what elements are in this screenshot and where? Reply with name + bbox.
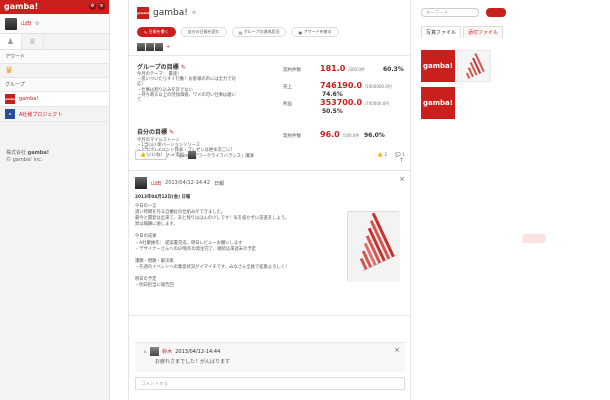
page-title: gamba! bbox=[153, 8, 188, 18]
report-post: × 山田 2013/04/12-14:42 日報 2013年04月12日(金) … bbox=[129, 171, 410, 316]
liker-avatar[interactable] bbox=[188, 151, 197, 159]
liked-by: +宮松 bbox=[171, 153, 185, 158]
goal-percent: 60.3% bbox=[383, 66, 404, 73]
left-sidebar: gamba! ⚙ ≡ 山田 ⚙ ♟ ♛ アワード ♛ グループ gamba! g… bbox=[0, 0, 110, 400]
avatar[interactable] bbox=[150, 347, 160, 356]
post-date: 2013/04/12-14:42 bbox=[165, 180, 211, 186]
comment-count[interactable]: 💬 1 bbox=[395, 153, 405, 158]
main-column: gamba! gamba! ⚙ ✎ 日報を書く 自分の日報を読む ▤ グループの… bbox=[128, 0, 411, 400]
goal-label: 契約件数 bbox=[283, 134, 301, 139]
gear-icon[interactable]: ⚙ bbox=[192, 10, 196, 16]
group-status-button[interactable]: ▤ グループの達成状況 bbox=[231, 27, 287, 37]
chart-photo-icon bbox=[465, 53, 485, 79]
goal-value: 746190.0 /1000000.0円 bbox=[320, 81, 392, 90]
goal-percent: 74.6% bbox=[322, 91, 343, 98]
goal-value: 181.0 /300.0件 bbox=[320, 64, 365, 73]
post-body: 2013年04月12日(金) 日報 今日の一言 週い時間を作る自働化の仕組みがで… bbox=[135, 195, 335, 289]
goal-label: 契約件数 bbox=[283, 68, 301, 73]
like-count[interactable]: 👍 2 bbox=[377, 153, 387, 158]
sidebar-topbar: gamba! ⚙ ≡ bbox=[0, 0, 109, 14]
tab-photos[interactable]: 写真ファイル bbox=[421, 26, 462, 38]
group-logo-icon: gamba! bbox=[4, 94, 16, 104]
floating-button[interactable] bbox=[522, 234, 546, 243]
sidebar-item-project[interactable]: A A社様プロジェクト bbox=[0, 107, 109, 122]
photo-thumbnail[interactable]: gamba! bbox=[421, 87, 455, 119]
sidebar-tabs: ♟ ♛ bbox=[0, 34, 109, 50]
sidebar-footer: 株式会社 gamba! © gamba! inc. bbox=[6, 150, 50, 163]
reply-author[interactable]: 鈴木 bbox=[162, 348, 172, 355]
post-tag: 日報 bbox=[214, 180, 225, 187]
menu-icon[interactable]: ≡ bbox=[98, 3, 105, 10]
edit-icon[interactable]: ✎ bbox=[181, 64, 186, 71]
award-item[interactable]: ♛ bbox=[0, 64, 109, 78]
goal-value: 353700.0 /700000.0円 bbox=[320, 98, 390, 107]
bar-chart-photo bbox=[348, 212, 400, 282]
gear-icon[interactable]: ⚙ bbox=[35, 21, 39, 27]
tab-pin[interactable]: ♟ bbox=[0, 34, 22, 49]
comment-icon: 💬 bbox=[395, 152, 401, 158]
group-goals-title: グループの目標 ✎ bbox=[137, 64, 186, 71]
post-author[interactable]: 山田 bbox=[151, 180, 161, 187]
goal-label: 売上 bbox=[283, 85, 292, 90]
sidebar-item-label: gamba! bbox=[19, 96, 39, 102]
post-header: 山田 2013/04/12-14:42 日報 bbox=[135, 177, 224, 189]
reply-body: お疲れさまでした！がんばります bbox=[155, 359, 231, 365]
reply-item: × ↳ 鈴木 2013/04/12-14:44 お疲れさまでした！がんばります bbox=[135, 342, 405, 372]
send-award-button[interactable]: ▣ アワードを贈る bbox=[291, 27, 339, 37]
close-icon[interactable]: × bbox=[394, 346, 400, 354]
search-input[interactable]: キーワード bbox=[421, 8, 479, 17]
avatar[interactable] bbox=[5, 17, 17, 30]
action-buttons: ✎ 日報を書く 自分の日報を読む ▤ グループの達成状況 ▣ アワードを贈る bbox=[129, 26, 410, 38]
member-avatar[interactable] bbox=[155, 43, 163, 51]
sidebar-item-label: A社様プロジェクト bbox=[19, 111, 63, 118]
post-heading: 2013年04月12日(金) 日報 bbox=[135, 195, 191, 200]
group-goals-body: 今月のテーマ： 最速！ ・思いついたらすぐ行動！お客様の声には全力で対応！ ・仕… bbox=[137, 72, 236, 104]
group-section-header: グループ bbox=[0, 78, 109, 92]
add-member-button[interactable]: + bbox=[166, 44, 170, 50]
post-actions: 👍 いいね! +宮松 👍 2 💬 1 bbox=[135, 150, 405, 160]
like-button[interactable]: 👍 いいね! bbox=[135, 150, 168, 160]
goal-percent: 50.5% bbox=[322, 108, 343, 115]
group-logo-icon: A bbox=[5, 109, 15, 119]
file-tabs: 写真ファイル 添付ファイル bbox=[421, 26, 504, 38]
goal-value: 96.0 /100.0件 bbox=[320, 130, 360, 139]
sidebar-user[interactable]: 山田 ⚙ bbox=[0, 14, 109, 34]
app-logo[interactable]: gamba! bbox=[4, 2, 38, 11]
close-icon[interactable]: × bbox=[399, 175, 405, 183]
write-report-button[interactable]: ✎ 日報を書く bbox=[137, 27, 176, 37]
reply-date: 2013/04/12-14:44 bbox=[175, 348, 221, 355]
group-logo-icon: gamba! bbox=[137, 7, 149, 19]
member-avatar[interactable] bbox=[137, 43, 145, 51]
photo-thumbnail[interactable]: gamba! bbox=[421, 50, 455, 82]
my-reports-button[interactable]: 自分の日報を読む bbox=[180, 27, 227, 37]
crown-icon: ♛ bbox=[28, 37, 37, 46]
edit-icon[interactable]: ✎ bbox=[169, 129, 174, 136]
settings-icon[interactable]: ⚙ bbox=[89, 3, 96, 10]
sidebar-item-gamba[interactable]: gamba! gamba! bbox=[0, 92, 109, 107]
thumbs-up-icon: 👍 bbox=[377, 152, 383, 158]
crown-icon: ♛ bbox=[5, 65, 14, 76]
tab-attachments[interactable]: 添付ファイル bbox=[463, 26, 504, 38]
post-image[interactable] bbox=[347, 211, 400, 282]
comment-input[interactable]: コメントする bbox=[135, 377, 405, 390]
goal-percent: 96.0% bbox=[364, 132, 385, 139]
photo-thumbnail[interactable] bbox=[457, 50, 491, 82]
reply-arrow-icon: ↳ bbox=[143, 348, 148, 355]
user-name[interactable]: 山田 bbox=[21, 20, 31, 27]
right-column: キーワード 写真ファイル 添付ファイル gamba! gamba! bbox=[417, 0, 517, 400]
award-section-header: アワード bbox=[0, 50, 109, 64]
search-button[interactable] bbox=[486, 8, 506, 17]
group-header: gamba! gamba! ⚙ bbox=[129, 0, 410, 26]
avatar[interactable] bbox=[135, 177, 147, 189]
member-avatar[interactable] bbox=[146, 43, 154, 51]
my-goals-title: 自分の目標 ✎ bbox=[137, 129, 175, 136]
goal-label: 利益 bbox=[283, 102, 292, 107]
member-list: + bbox=[129, 38, 410, 51]
tab-awards[interactable]: ♛ bbox=[22, 34, 44, 49]
pin-icon: ♟ bbox=[6, 37, 15, 46]
